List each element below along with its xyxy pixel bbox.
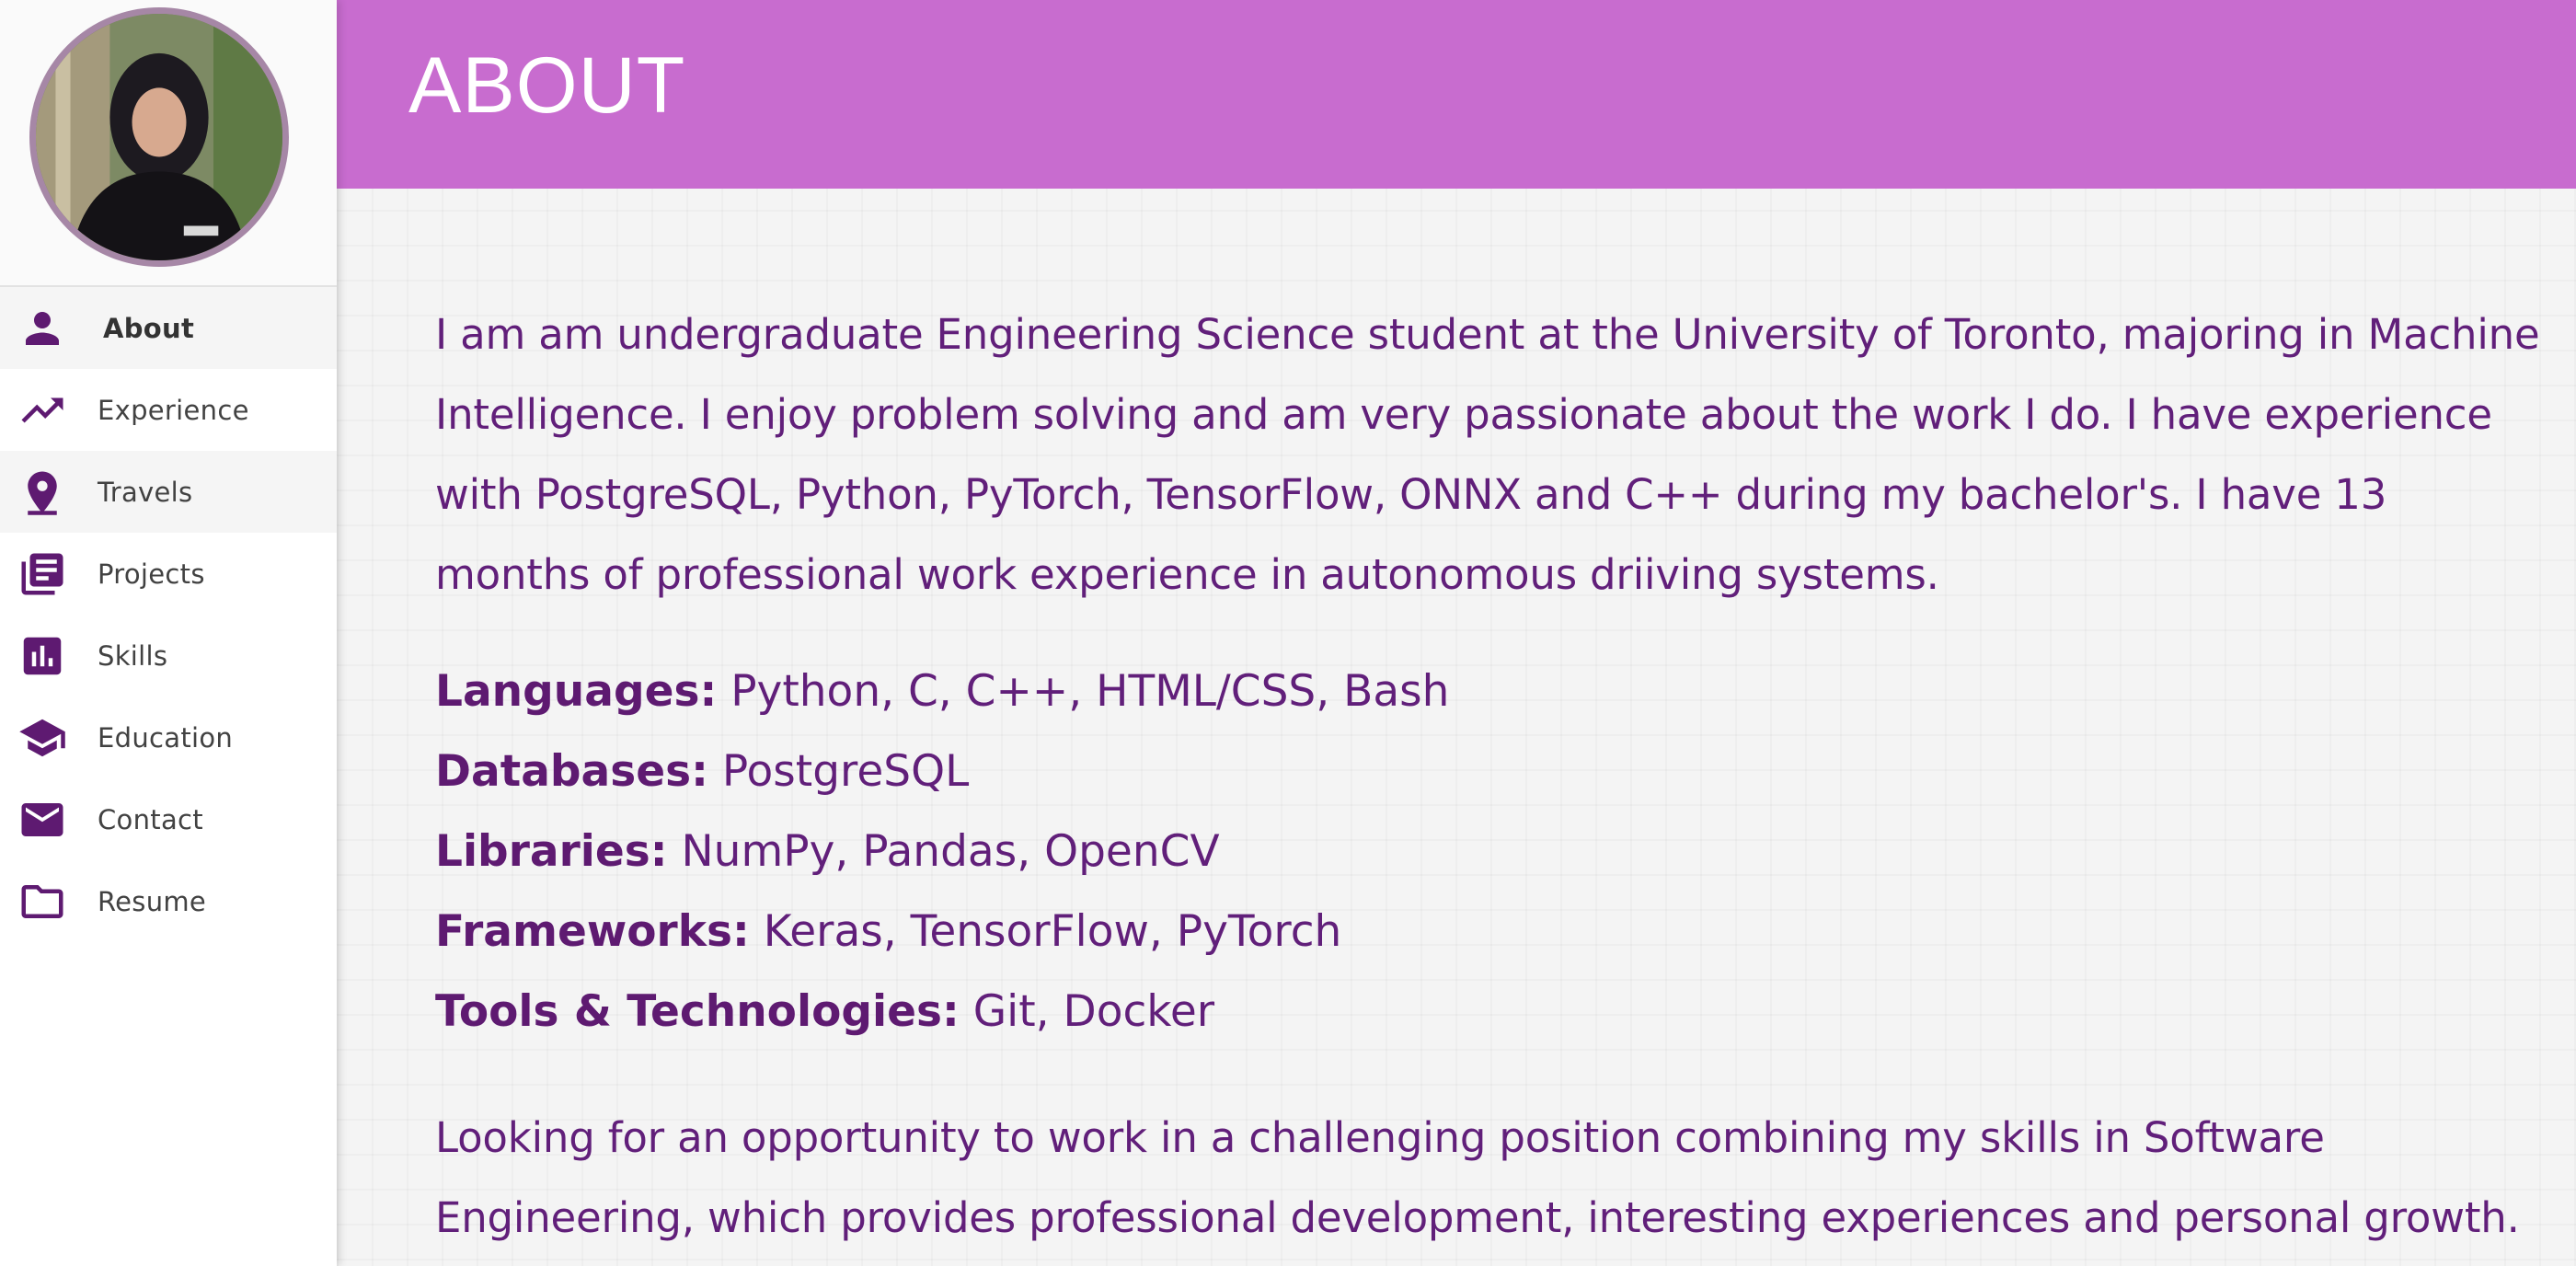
skill-row-frameworks: Frameworks: Keras, TensorFlow, PyTorch: [435, 892, 2542, 972]
skill-row-tools: Tools & Technologies: Git, Docker: [435, 972, 2542, 1052]
skill-label: Databases:: [435, 746, 708, 797]
page: About Experience Travels Projects Skills…: [0, 0, 2576, 1266]
skill-row-databases: Databases: PostgreSQL: [435, 731, 2542, 811]
sidebar: About Experience Travels Projects Skills…: [0, 0, 337, 1266]
sidebar-item-projects[interactable]: Projects: [0, 533, 337, 615]
bar-chart-icon: [17, 630, 68, 682]
sidebar-item-label: About: [103, 312, 195, 344]
sidebar-item-resume[interactable]: Resume: [0, 860, 337, 942]
location-pin-icon: [17, 466, 68, 518]
folder-icon: [17, 876, 68, 927]
skill-label: Tools & Technologies:: [435, 986, 960, 1037]
profile-section: [0, 0, 337, 287]
person-icon: [17, 303, 68, 354]
sidebar-item-label: Skills: [98, 639, 168, 672]
sidebar-item-label: Projects: [98, 558, 205, 590]
graduation-cap-icon: [17, 712, 68, 764]
sidebar-nav: About Experience Travels Projects Skills…: [0, 287, 337, 942]
profile-photo: [36, 14, 282, 260]
skill-label: Frameworks:: [435, 906, 750, 957]
skill-label: Libraries:: [435, 826, 668, 877]
about-section: I am am undergraduate Engineering Scienc…: [435, 294, 2542, 1258]
skill-value: PostgreSQL: [721, 746, 970, 797]
sidebar-item-contact[interactable]: Contact: [0, 778, 337, 860]
library-books-icon: [17, 548, 68, 600]
sidebar-item-about[interactable]: About: [0, 287, 337, 369]
sidebar-item-label: Experience: [98, 394, 249, 426]
avatar: [29, 7, 289, 267]
sidebar-item-label: Travels: [98, 476, 193, 508]
page-title: ABOUT: [408, 41, 686, 130]
skill-row-languages: Languages: Python, C, C++, HTML/CSS, Bas…: [435, 651, 2542, 731]
bio-paragraph: I am am undergraduate Engineering Scienc…: [435, 310, 2540, 599]
skill-value: NumPy, Pandas, OpenCV: [681, 826, 1220, 877]
sidebar-item-label: Contact: [98, 803, 203, 835]
sidebar-item-label: Resume: [98, 885, 207, 917]
skill-row-libraries: Libraries: NumPy, Pandas, OpenCV: [435, 811, 2542, 892]
skill-value: Git, Docker: [972, 986, 1215, 1037]
page-header: ABOUT: [337, 0, 2576, 189]
skill-value: Keras, TensorFlow, PyTorch: [763, 906, 1342, 957]
goal-paragraph: Looking for an opportunity to work in a …: [435, 1113, 2520, 1242]
sidebar-item-skills[interactable]: Skills: [0, 615, 337, 696]
sidebar-item-label: Education: [98, 721, 234, 754]
skills-list: Languages: Python, C, C++, HTML/CSS, Bas…: [435, 651, 2542, 1052]
skill-label: Languages:: [435, 666, 718, 717]
sidebar-item-experience[interactable]: Experience: [0, 369, 337, 451]
mail-icon: [17, 794, 68, 846]
skill-value: Python, C, C++, HTML/CSS, Bash: [730, 666, 1450, 717]
sidebar-item-travels[interactable]: Travels: [0, 451, 337, 533]
trending-up-icon: [17, 385, 68, 436]
sidebar-item-education[interactable]: Education: [0, 696, 337, 778]
main-content: ABOUT I am am undergraduate Engineering …: [337, 0, 2576, 1266]
